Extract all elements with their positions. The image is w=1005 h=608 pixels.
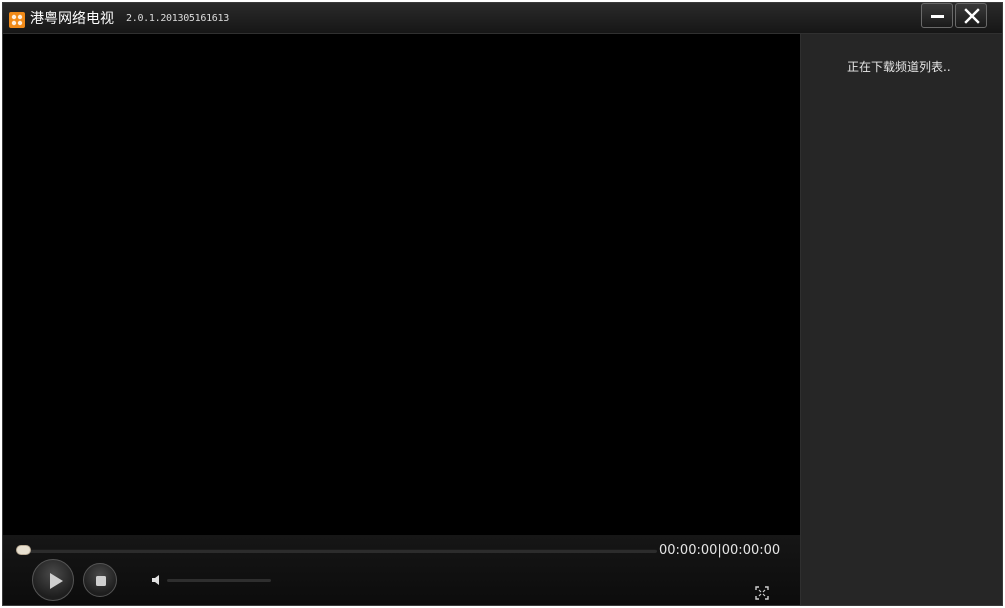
title-bar[interactable]: 港粤网络电视 2.0.1.201305161613 xyxy=(3,3,1002,34)
seek-bar[interactable] xyxy=(17,549,657,553)
app-logo-icon xyxy=(9,12,25,28)
stop-button[interactable] xyxy=(83,563,117,597)
time-display: 00:00:00|00:00:00 xyxy=(659,543,781,558)
app-window: 港粤网络电视 2.0.1.201305161613 正在下载频道列表.. 00:… xyxy=(2,2,1003,606)
close-icon xyxy=(964,8,980,24)
channel-list-panel: 正在下载频道列表.. xyxy=(800,34,1002,605)
seek-handle[interactable] xyxy=(16,545,31,555)
fullscreen-icon[interactable] xyxy=(754,585,770,601)
play-icon xyxy=(50,573,63,589)
volume-slider[interactable] xyxy=(167,579,271,582)
close-button[interactable] xyxy=(955,3,987,28)
channel-list-status: 正在下载频道列表.. xyxy=(847,60,951,74)
play-button[interactable] xyxy=(32,559,74,601)
app-version: 2.0.1.201305161613 xyxy=(126,13,229,24)
app-title: 港粤网络电视 xyxy=(30,11,114,27)
minimize-button[interactable] xyxy=(921,3,953,28)
stop-icon xyxy=(96,576,106,586)
speaker-icon[interactable] xyxy=(149,573,163,587)
player-controls: 00:00:00|00:00:00 xyxy=(3,535,800,605)
minimize-icon xyxy=(931,15,944,18)
video-display[interactable] xyxy=(3,34,800,535)
